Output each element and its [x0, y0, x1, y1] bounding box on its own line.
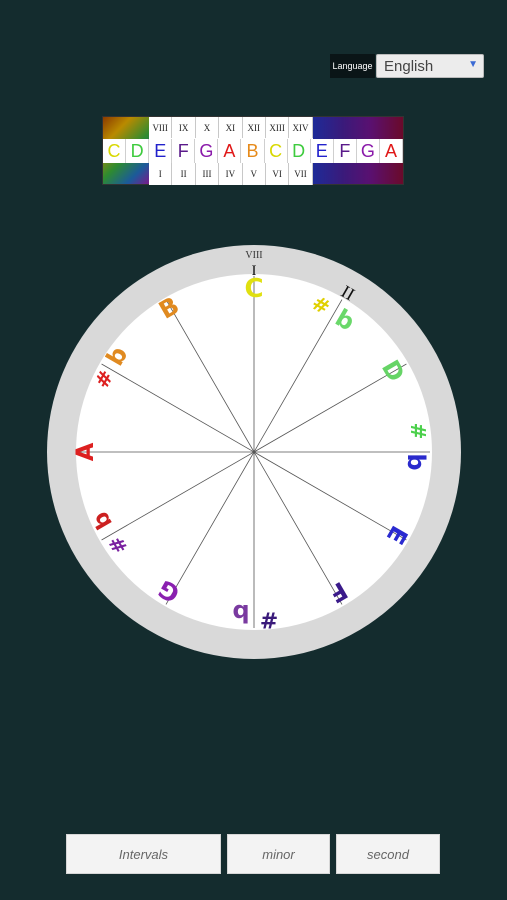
- strip-bottom-numerals: I II III IV V VI VII: [149, 163, 313, 185]
- strip-top-numeral: XII: [242, 117, 266, 138]
- wheel-note-label[interactable]: b: [402, 453, 430, 470]
- strip-note[interactable]: A: [218, 139, 242, 163]
- strip-note[interactable]: C: [103, 139, 127, 163]
- strip-note[interactable]: C: [264, 139, 288, 163]
- strip-bottom-numeral: II: [172, 163, 196, 185]
- strip-bottom-numeral: VII: [289, 163, 313, 185]
- strip-note[interactable]: E: [310, 139, 334, 163]
- strip-top-numeral: IX: [172, 117, 196, 138]
- wheel-note-label[interactable]: A: [71, 442, 99, 461]
- strip-top-numeral: XIII: [265, 117, 290, 138]
- minor-button[interactable]: minor: [227, 834, 330, 874]
- strip-top-numeral: XI: [219, 117, 243, 138]
- strip-bottom-numeral: III: [195, 163, 220, 185]
- strip-bottom-numeral: IV: [219, 163, 243, 185]
- note-wheel[interactable]: VIII I II C#bD#bEF#bG#bA#bB: [45, 243, 463, 661]
- wheel-note-label[interactable]: #: [260, 607, 278, 632]
- strip-top-numeral: X: [195, 117, 220, 138]
- strip-note[interactable]: E: [149, 139, 173, 163]
- strip-bottom-numeral: V: [242, 163, 266, 185]
- strip-note[interactable]: F: [172, 139, 196, 163]
- strip-note[interactable]: B: [241, 139, 265, 163]
- strip-notes: CDEFGABCDEFGA: [103, 139, 404, 163]
- language-label: Language: [330, 54, 375, 78]
- wheel-top-numeral: VIII: [245, 250, 262, 261]
- wheel-note-label[interactable]: #: [406, 423, 430, 440]
- language-selected-value: English: [384, 57, 434, 75]
- wheel-note-label[interactable]: b: [232, 599, 249, 627]
- strip-top-numerals: VIII IX X XI XII XIII XIV: [149, 117, 313, 138]
- wheel-note-label[interactable]: C: [244, 274, 263, 304]
- chevron-down-icon: ▼: [468, 59, 478, 70]
- strip-top-numeral: VIII: [149, 117, 173, 138]
- strip-note[interactable]: G: [356, 139, 380, 163]
- strip-bottom-numeral: I: [149, 163, 173, 185]
- strip-bottom-numeral: VI: [265, 163, 290, 185]
- language-select[interactable]: English ▼: [376, 54, 484, 78]
- strip-top-numeral: XIV: [289, 117, 313, 138]
- strip-note[interactable]: F: [333, 139, 357, 163]
- second-button[interactable]: second: [336, 834, 440, 874]
- strip-note[interactable]: A: [379, 139, 404, 163]
- strip-note[interactable]: D: [287, 139, 311, 163]
- strip-note[interactable]: G: [195, 139, 219, 163]
- intervals-button[interactable]: Intervals: [66, 834, 221, 874]
- scale-strip: VIII IX X XI XII XIII XIV CDEFGABCDEFGA I II III…: [102, 116, 404, 185]
- strip-note[interactable]: D: [126, 139, 150, 163]
